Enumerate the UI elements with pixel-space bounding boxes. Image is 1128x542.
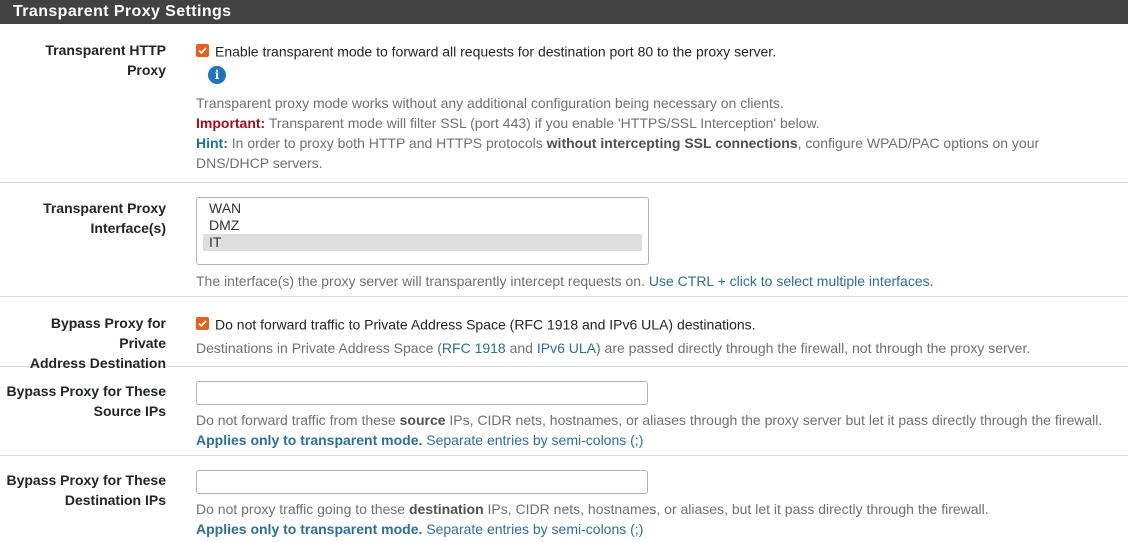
field-label: Bypass Proxy for These Destination IPs	[6, 470, 166, 510]
help-line: Applies only to transparent mode. Separa…	[196, 519, 1108, 539]
interface-option-wan[interactable]: WAN	[203, 200, 642, 217]
row-transparent-http-proxy: Transparent HTTP Proxy Enable transparen…	[0, 24, 1128, 183]
interface-option-dmz[interactable]: DMZ	[203, 217, 642, 234]
field-control: Do not proxy traffic going to these dest…	[196, 470, 1108, 539]
label-text: Transparent HTTP Proxy	[45, 42, 166, 78]
hint-strong: without intercepting SSL connections	[546, 135, 798, 151]
important-text: Transparent mode will filter SSL (port 4…	[265, 115, 820, 131]
checkbox-label[interactable]: Do not forward traffic to Private Addres…	[215, 316, 756, 332]
panel-heading: Transparent Proxy Settings	[0, 0, 1128, 24]
applies-note: Applies only to transparent mode.	[196, 521, 423, 537]
help-line: Applies only to transparent mode. Separa…	[196, 430, 1108, 450]
row-bypass-destination: Bypass Proxy for These Destination IPs D…	[0, 456, 1128, 542]
help-line: ) are passed directly through the firewa…	[596, 340, 1031, 356]
field-control: Do not forward traffic from these source…	[196, 381, 1108, 450]
label-text: Interface(s)	[90, 220, 166, 236]
checkbox-label[interactable]: Enable transparent mode to forward all r…	[215, 43, 776, 59]
help-line: Do not forward traffic from these source…	[196, 410, 1108, 430]
help-line: Destinations in Private Address Space (	[196, 340, 442, 356]
field-control: Do not forward traffic to Private Addres…	[196, 313, 1108, 358]
interface-option-it[interactable]: IT	[203, 234, 642, 251]
help-line: Do not proxy traffic going to these dest…	[196, 499, 1108, 519]
help-text: Destinations in Private Address Space (R…	[196, 338, 1108, 358]
transparent-mode-checkbox[interactable]	[196, 43, 209, 57]
label-text: Bypass Proxy for Private	[50, 315, 166, 351]
label-text: Transparent Proxy	[43, 200, 166, 216]
help-text: Do not proxy traffic going to these dest…	[196, 499, 1108, 539]
help-text-part: Do not proxy traffic going to these	[196, 501, 409, 517]
bypass-source-input[interactable]	[196, 381, 648, 405]
help-text-part: IPs, CIDR nets, hostnames, or aliases th…	[445, 412, 1103, 428]
field-label: Bypass Proxy for These Source IPs	[6, 381, 166, 421]
hint-label: Hint:	[196, 135, 228, 151]
hint-text: In order to proxy both HTTP and HTTPS pr…	[227, 135, 547, 151]
help-text-part: IPs, CIDR nets, hostnames, or aliases, b…	[483, 501, 989, 517]
important-note: Important: Transparent mode will filter …	[196, 113, 1108, 133]
info-icon[interactable]: i	[208, 66, 226, 84]
help-text: Transparent proxy mode works without any…	[196, 93, 1108, 173]
bypass-private-checkbox[interactable]	[196, 316, 209, 330]
separate-note: Separate entries by semi-colons (;)	[422, 432, 644, 448]
rfc1918-link[interactable]: RFC 1918	[442, 340, 506, 356]
field-control: Enable transparent mode to forward all r…	[196, 40, 1108, 173]
field-label: Transparent Proxy Interface(s)	[6, 198, 166, 238]
applies-note: Applies only to transparent mode.	[196, 432, 423, 448]
field-label: Bypass Proxy for Private Address Destina…	[6, 313, 166, 373]
separate-note: Separate entries by semi-colons (;)	[422, 521, 644, 537]
help-link: Use CTRL + click to select multiple inte…	[648, 273, 934, 289]
help-text-part: Do not forward traffic from these	[196, 412, 400, 428]
interfaces-multiselect[interactable]: WAN DMZ IT	[196, 197, 649, 265]
row-transparent-interfaces: Transparent Proxy Interface(s) WAN DMZ IT …	[0, 183, 1128, 297]
help-line: The interface(s) the proxy server will t…	[196, 273, 649, 289]
row-bypass-private: Bypass Proxy for Private Address Destina…	[0, 297, 1128, 371]
help-text: Do not forward traffic from these source…	[196, 410, 1108, 450]
label-text: Bypass Proxy for These	[6, 472, 166, 488]
help-strong: source	[399, 412, 446, 428]
help-line: Transparent proxy mode works without any…	[196, 95, 784, 111]
help-text: The interface(s) the proxy server will t…	[196, 271, 1108, 291]
panel-title: Transparent Proxy Settings	[13, 3, 232, 20]
row-bypass-source: Bypass Proxy for These Source IPs Do not…	[0, 367, 1128, 456]
ipv6-ula-link[interactable]: IPv6 ULA	[537, 340, 596, 356]
field-label: Transparent HTTP Proxy	[6, 40, 166, 80]
field-control: WAN DMZ IT The interface(s) the proxy serv…	[196, 197, 1108, 291]
label-text: Source IPs	[93, 403, 166, 419]
label-text: Bypass Proxy for These	[6, 383, 166, 399]
help-strong: destination	[408, 501, 484, 517]
bypass-destination-input[interactable]	[196, 470, 648, 494]
important-label: Important:	[196, 115, 266, 131]
help-line: and	[505, 340, 537, 356]
hint-note: Hint: In order to proxy both HTTP and HT…	[196, 133, 1108, 173]
label-text: Destination IPs	[64, 492, 166, 508]
